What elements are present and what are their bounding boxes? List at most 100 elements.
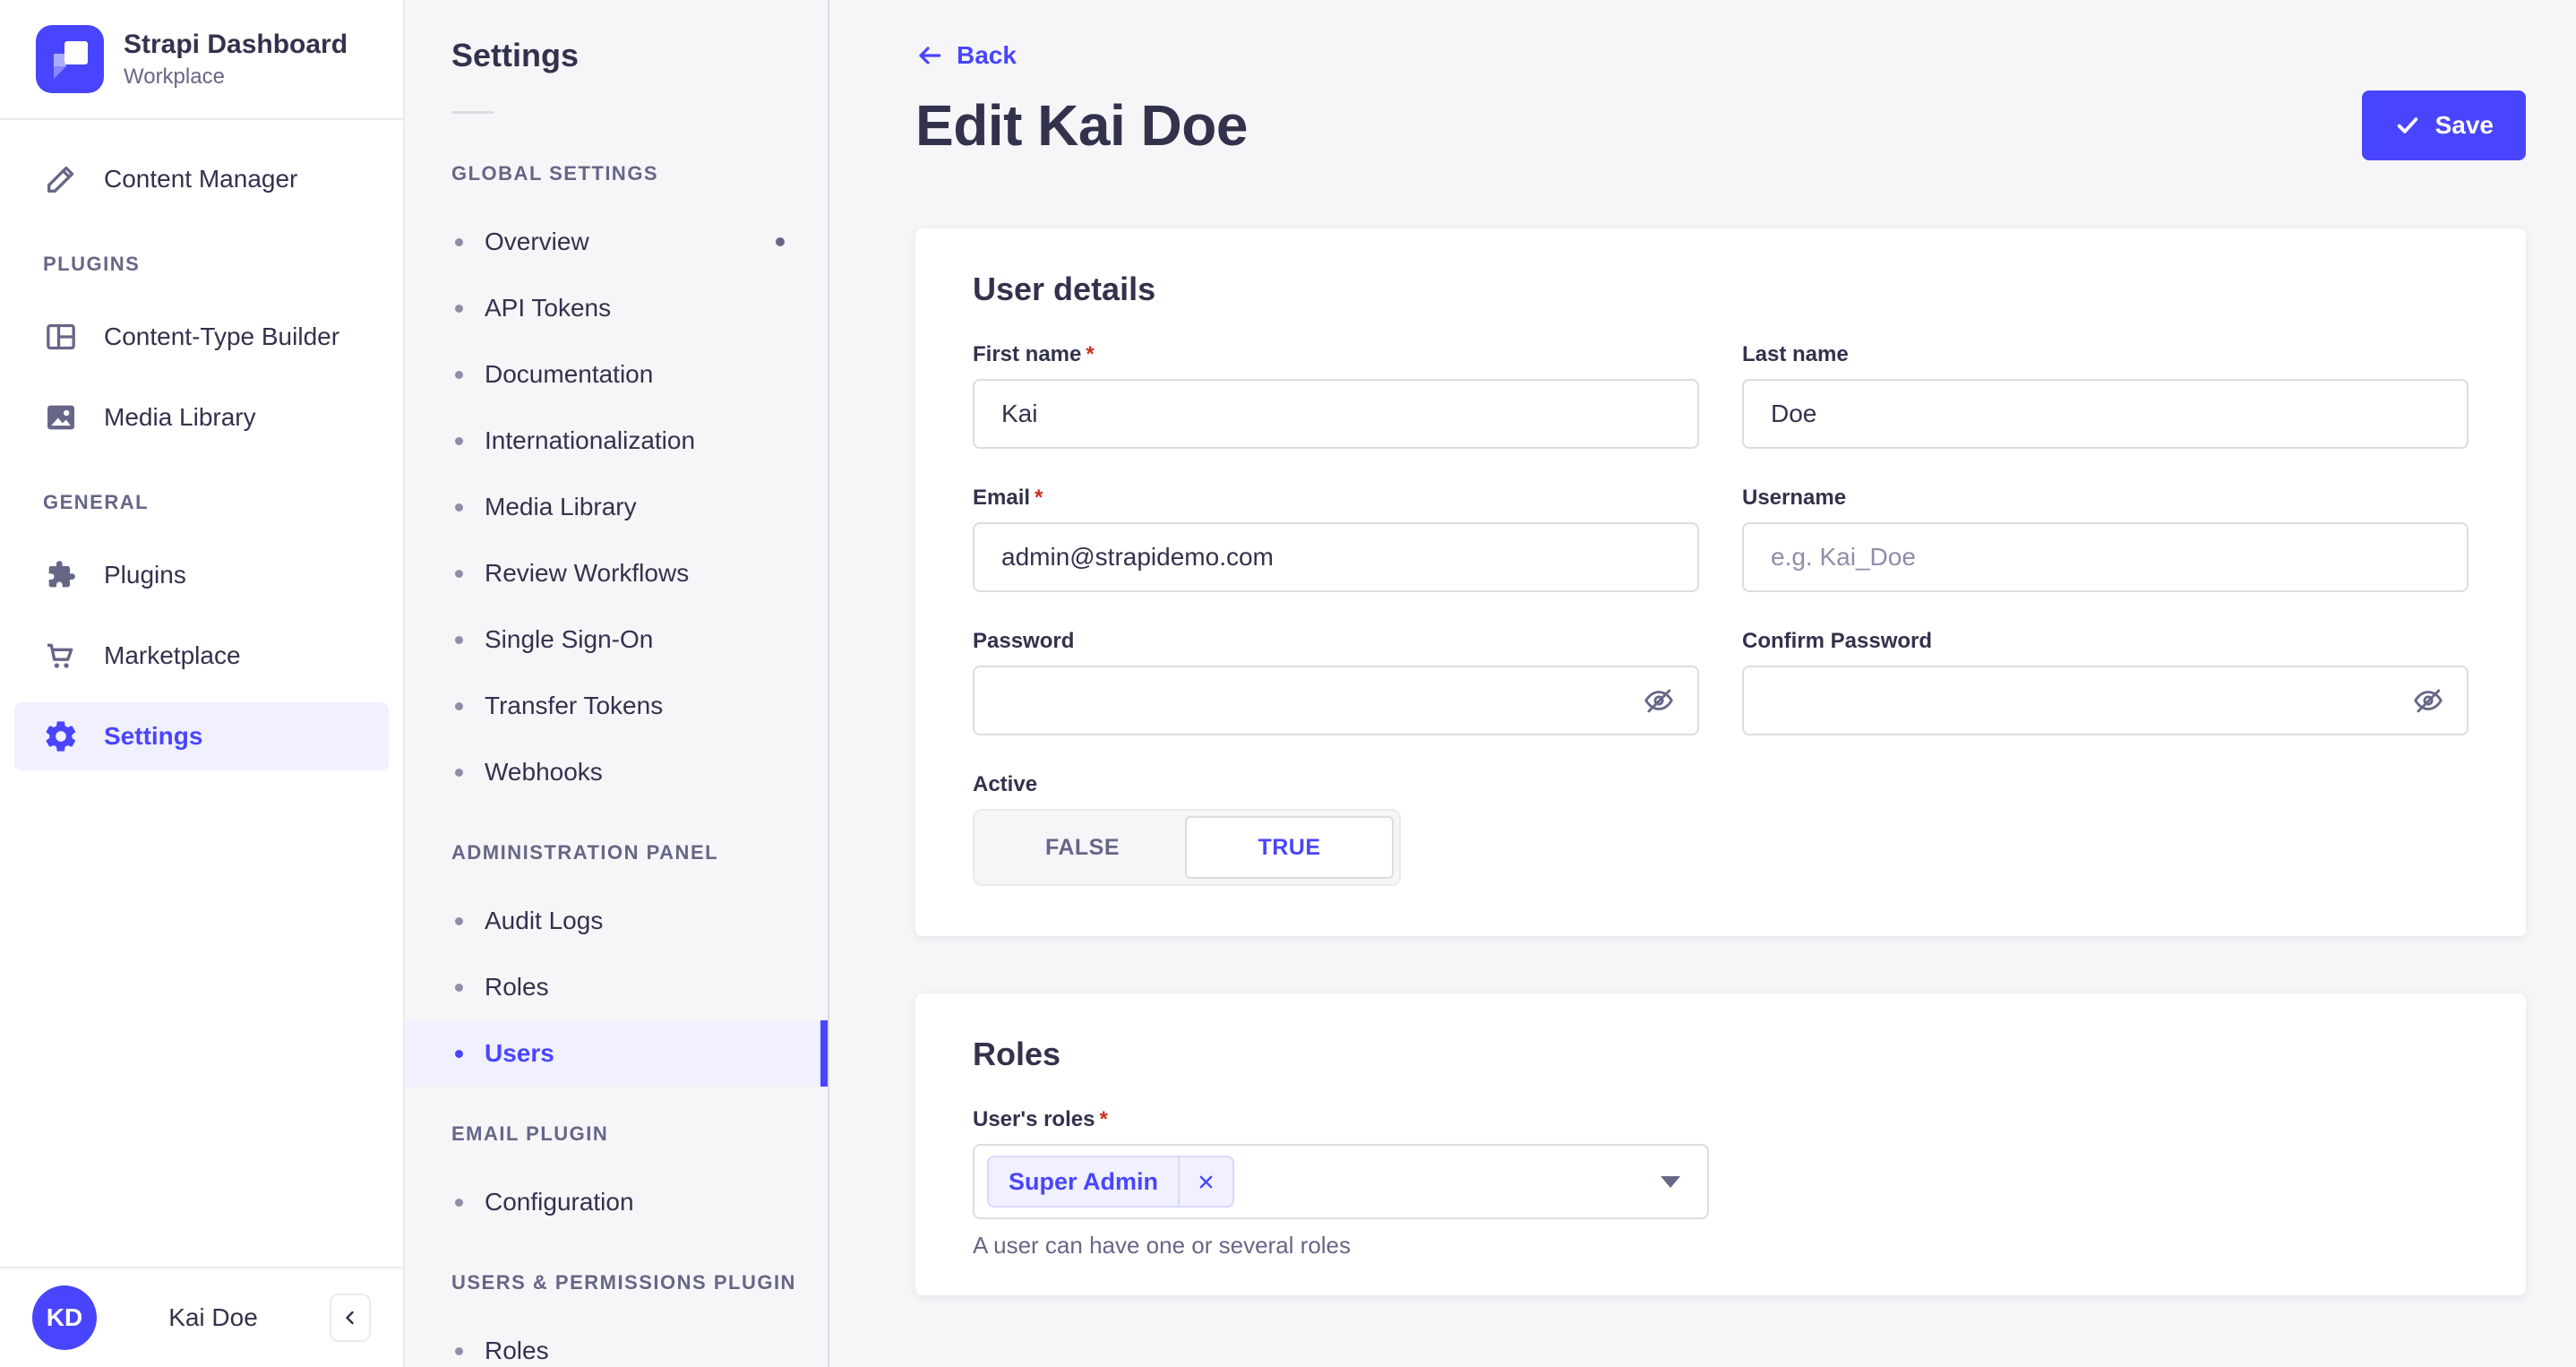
collapse-sidebar-button[interactable] — [330, 1294, 371, 1342]
caret-down-icon — [1661, 1175, 1680, 1188]
email-label: Email * — [973, 486, 1043, 510]
sidebar-item-settings[interactable]: Settings — [14, 702, 389, 770]
subnav-item-configuration[interactable]: Configuration — [405, 1169, 828, 1235]
subnav-item-api-tokens[interactable]: API Tokens — [405, 275, 828, 341]
bullet-icon — [455, 304, 463, 313]
settings-subnav: Settings GLOBAL SETTINGS Overview API To… — [405, 0, 829, 1367]
sidebar-section-general: GENERAL — [43, 491, 150, 513]
subnav-item-label: API Tokens — [485, 294, 612, 322]
last-name-input[interactable] — [1742, 379, 2469, 449]
notification-dot — [776, 237, 785, 246]
strapi-logo-icon — [36, 25, 104, 93]
first-name-input[interactable] — [973, 379, 1699, 449]
save-label: Save — [2434, 111, 2494, 139]
first-name-label: First name * — [973, 342, 1095, 366]
user-roles-select[interactable]: Super Admin — [973, 1144, 1709, 1219]
bullet-icon — [455, 916, 463, 925]
subnav-item-webhooks[interactable]: Webhooks — [405, 739, 828, 805]
cart-icon — [47, 643, 73, 668]
subnav-divider — [451, 111, 494, 114]
subnav-item-media-library[interactable]: Media Library — [405, 474, 828, 540]
app-title: Strapi Dashboard — [124, 29, 348, 59]
toggle-password-visibility-button[interactable] — [1642, 684, 1676, 718]
eye-off-icon — [2414, 689, 2443, 713]
sidebar-item-content-manager[interactable]: Content Manager — [14, 145, 389, 213]
bullet-icon — [455, 701, 463, 710]
save-button[interactable]: Save — [2361, 90, 2526, 160]
subnav-item-transfer-tokens[interactable]: Transfer Tokens — [405, 673, 828, 739]
username-field-group: Username — [1742, 485, 2469, 592]
subnav-item-admin-roles[interactable]: Roles — [405, 954, 828, 1020]
sidebar-item-media-library[interactable]: Media Library — [14, 383, 389, 451]
user-details-card: User details First name* Last name — [915, 228, 2526, 936]
subnav-section-users-permissions-plugin: USERS & PERMISSIONS PLUGIN — [451, 1271, 796, 1294]
subnav-section-administration-panel: ADMINISTRATION PANEL — [451, 841, 719, 864]
subnav-item-users[interactable]: Users — [405, 1020, 828, 1087]
confirm-password-label: Confirm Password — [1742, 629, 1933, 653]
sidebar-item-label: Media Library — [104, 403, 256, 431]
sidebar-item-label: Settings — [104, 722, 203, 750]
user-avatar[interactable]: KD — [32, 1285, 97, 1350]
confirm-password-input[interactable] — [1742, 666, 2469, 735]
user-details-grid: First name* Last name Email* — [973, 341, 2469, 886]
email-input[interactable] — [973, 522, 1699, 592]
active-toggle: FALSE TRUE — [973, 809, 1401, 886]
sidebar-item-plugins[interactable]: Plugins — [14, 541, 389, 609]
subnav-item-label: Documentation — [485, 360, 654, 388]
subnav-item-label: Roles — [485, 973, 549, 1001]
email-field-group: Email * — [973, 485, 1699, 592]
back-label: Back — [957, 41, 1017, 69]
sidebar-item-label: Content-Type Builder — [104, 322, 340, 350]
chevron-left-icon — [346, 1311, 354, 1325]
bullet-icon — [455, 237, 463, 246]
bullet-icon — [455, 503, 463, 512]
bullet-icon — [455, 983, 463, 992]
last-name-label: Last name — [1742, 342, 1849, 366]
subnav-item-audit-logs[interactable]: Audit Logs — [405, 888, 828, 954]
sidebar-item-content-type-builder[interactable]: Content-Type Builder — [14, 303, 389, 371]
required-marker: * — [1035, 486, 1043, 510]
bullet-icon — [455, 569, 463, 578]
active-toggle-false[interactable]: FALSE — [980, 816, 1185, 879]
remove-role-button[interactable] — [1180, 1157, 1232, 1206]
confirm-password-field-group: Confirm Password — [1742, 628, 2469, 735]
grid-layout-icon — [47, 323, 75, 350]
subnav-item-label: Users — [485, 1039, 554, 1067]
subnav-item-review-workflows[interactable]: Review Workflows — [405, 540, 828, 606]
back-link[interactable]: Back — [915, 41, 1017, 70]
username-input[interactable] — [1742, 522, 2469, 592]
required-marker: * — [1086, 342, 1095, 366]
subnav-item-label: Single Sign-On — [485, 625, 654, 653]
sidebar-item-marketplace[interactable]: Marketplace — [14, 622, 389, 690]
subnav-item-label: Audit Logs — [485, 907, 604, 934]
roles-title: Roles — [973, 1036, 1061, 1072]
subnav-item-documentation[interactable]: Documentation — [405, 341, 828, 408]
bullet-icon — [455, 370, 463, 379]
subnav-item-single-sign-on[interactable]: Single Sign-On — [405, 606, 828, 673]
subnav-item-overview[interactable]: Overview — [405, 209, 828, 275]
password-input[interactable] — [973, 666, 1699, 735]
password-label: Password — [973, 629, 1075, 653]
subnav-item-label: Roles — [485, 1337, 549, 1364]
gear-icon — [46, 721, 76, 752]
page-title: Edit Kai Doe — [915, 93, 1248, 158]
subnav-item-label: Review Workflows — [485, 559, 690, 587]
last-name-field-group: Last name — [1742, 341, 2469, 449]
subnav-item-internationalization[interactable]: Internationalization — [405, 408, 828, 474]
image-icon — [47, 405, 74, 430]
roles-card: Roles User's roles * Super Admin A user c — [915, 993, 2526, 1295]
subnav-item-label: Transfer Tokens — [485, 692, 664, 719]
subnav-item-up-roles[interactable]: Roles — [405, 1318, 828, 1367]
active-toggle-true[interactable]: TRUE — [1185, 816, 1394, 879]
workspace-header[interactable]: Strapi Dashboard Workplace — [0, 0, 403, 120]
bullet-icon — [455, 768, 463, 777]
eye-off-icon — [1644, 689, 1673, 713]
bullet-icon — [455, 635, 463, 644]
sidebar-footer: KD Kai Doe — [0, 1267, 403, 1367]
subnav-item-label: Internationalization — [485, 426, 696, 454]
subnav-section-email-plugin: EMAIL PLUGIN — [451, 1122, 609, 1145]
subnav-item-label: Configuration — [485, 1188, 634, 1216]
toggle-confirm-password-visibility-button[interactable] — [2411, 684, 2445, 718]
first-name-field-group: First name * — [973, 341, 1699, 449]
subnav-item-label: Webhooks — [485, 758, 603, 786]
